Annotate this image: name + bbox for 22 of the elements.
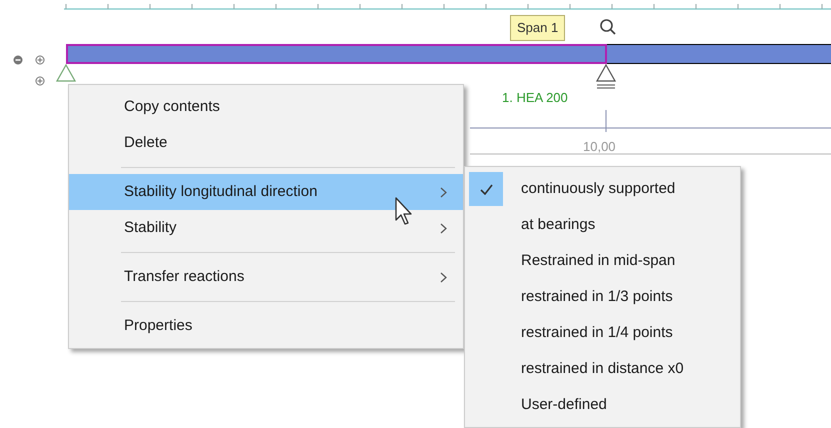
search-icon[interactable] — [599, 18, 617, 36]
submenu-item[interactable]: at bearings — [465, 207, 740, 243]
submenu-item[interactable]: restrained in 1/3 points — [465, 279, 740, 315]
submenu-item[interactable]: User-defined — [465, 387, 740, 423]
submenu-item[interactable]: continuously supported — [465, 171, 740, 207]
support-icon — [56, 64, 76, 82]
section-label: 1. HEA 200 — [502, 89, 568, 107]
menu-item[interactable]: Stability — [69, 210, 463, 246]
support-icon — [596, 64, 616, 89]
submenu-item[interactable]: Restrained in mid-span — [465, 243, 740, 279]
menu-item[interactable]: Delete — [69, 125, 463, 161]
dimension-label: 10,00 — [583, 138, 616, 156]
expand-icon[interactable] — [35, 55, 45, 65]
collapse-icon[interactable] — [13, 55, 23, 65]
menu-item[interactable]: Stability longitudinal direction — [69, 174, 463, 210]
menu-item[interactable]: Copy contents — [69, 89, 463, 125]
menu-item[interactable]: Transfer reactions — [69, 259, 463, 295]
expand-icon[interactable] — [35, 76, 45, 86]
submenu-item[interactable]: restrained in distance x0 — [465, 351, 740, 387]
submenu-item[interactable]: restrained in 1/4 points — [465, 315, 740, 351]
span-tooltip: Span 1 — [510, 15, 566, 40]
menu-item[interactable]: Properties — [69, 308, 463, 344]
